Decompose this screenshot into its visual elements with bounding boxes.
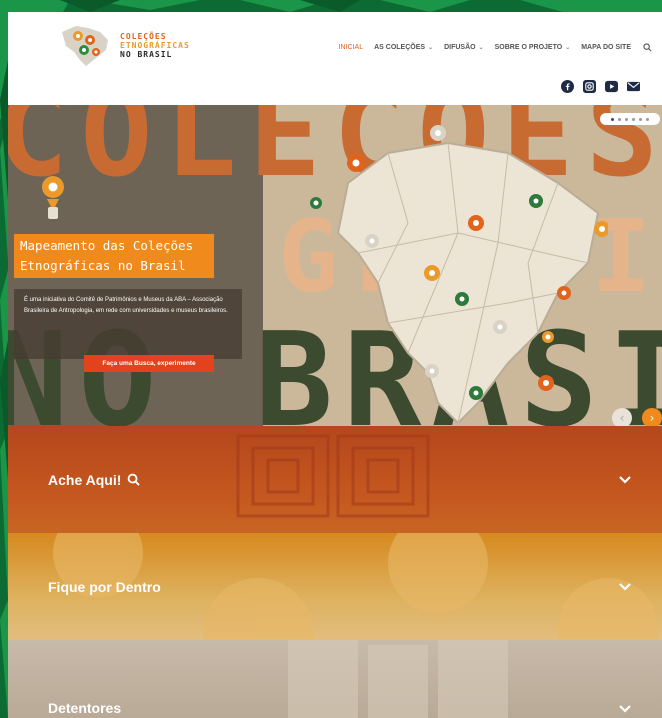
nav-item-inicial[interactable]: INICIAL xyxy=(339,44,364,51)
slider-dot[interactable] xyxy=(618,117,621,121)
site-header: COLEÇÕES ETNOGRÁFICAS NO BRASIL INICIAL … xyxy=(8,12,662,105)
nav-item-difusao[interactable]: DIFUSÃO ⌄ xyxy=(444,44,484,51)
accordion-title: Ache Aqui! xyxy=(48,471,122,488)
slider-dot[interactable] xyxy=(611,117,614,121)
accordion-label: Detentores xyxy=(48,700,121,716)
accordion-detentores[interactable]: Detentores xyxy=(8,640,662,718)
nav-item-sobre-o-projeto[interactable]: SOBRE O PROJETO ⌄ xyxy=(495,44,571,51)
chevron-down-icon: ⌄ xyxy=(478,45,484,51)
hero-search-button[interactable]: Faça uma Busca, experimente xyxy=(84,355,214,372)
chevron-down-icon: ⌄ xyxy=(565,45,571,51)
nav-item-label: MAPA DO SITE xyxy=(581,44,631,51)
accordion-fique-por-dentro[interactable]: Fique por Dentro xyxy=(8,533,662,640)
nav-item-label: SOBRE O PROJETO xyxy=(494,44,563,51)
accordion-label: Fique por Dentro xyxy=(48,579,161,595)
logo-line-1: COLEÇÕES xyxy=(120,31,167,41)
hero-slider: COLEÇÕES GRÁFICAS NO BRASIL xyxy=(8,105,662,426)
hero-description: É uma iniciativa do Comitê de Patrimônio… xyxy=(14,289,242,359)
main-nav: INICIAL AS COLEÇÕES ⌄ DIFUSÃO ⌄ SOBRE O … xyxy=(328,43,652,52)
chevron-down-icon xyxy=(619,705,631,713)
nav-item-label: INICIAL xyxy=(338,44,364,51)
hero-title-line-1: Mapeamento das Coleções xyxy=(20,238,194,253)
slider-next-button[interactable]: › xyxy=(642,408,662,426)
nav-item-as-colecoes[interactable]: AS COLEÇÕES ⌄ xyxy=(374,44,433,51)
nav-item-label: AS COLEÇÕES xyxy=(374,44,426,51)
chevron-down-icon xyxy=(619,475,631,484)
hero-title: Mapeamento das Coleções Etnográficas no … xyxy=(14,234,214,278)
facebook-icon[interactable] xyxy=(561,80,574,93)
logo-line-3: NO BRASIL xyxy=(120,49,173,59)
search-icon[interactable] xyxy=(643,43,652,52)
accordion-ache-aqui[interactable]: Ache Aqui! xyxy=(8,426,662,533)
hero-title-line-2: Etnográficas no Brasil xyxy=(20,258,186,273)
accordion-title: Fique por Dentro xyxy=(48,578,161,595)
accordion-title: Detentores xyxy=(48,700,122,716)
logo-line-2: ETNOGRÁFICAS xyxy=(120,40,190,50)
accordion-label: Ache Aqui! xyxy=(48,471,141,488)
nav-item-label: DIFUSÃO xyxy=(444,44,476,51)
slider-pagination xyxy=(600,113,660,125)
slider-prev-button[interactable]: ‹ xyxy=(612,408,632,426)
slider-dot[interactable] xyxy=(646,117,649,121)
email-icon[interactable] xyxy=(627,80,640,93)
map-pin-icon xyxy=(42,176,64,219)
social-links xyxy=(552,80,640,93)
site-page: COLEÇÕES ETNOGRÁFICAS NO BRASIL INICIAL … xyxy=(8,12,662,718)
instagram-icon[interactable] xyxy=(583,80,596,93)
slider-dot[interactable] xyxy=(639,117,642,121)
search-icon xyxy=(128,473,141,486)
chevron-down-icon: ⌄ xyxy=(428,45,434,51)
chevron-down-icon xyxy=(619,582,631,591)
site-logo[interactable]: COLEÇÕES ETNOGRÁFICAS NO BRASIL xyxy=(56,22,190,68)
slider-dot[interactable] xyxy=(632,117,635,121)
slider-dot[interactable] xyxy=(625,117,628,121)
youtube-icon[interactable] xyxy=(605,80,618,93)
brazil-map-logo-icon xyxy=(62,26,108,66)
brazil-map-illustration xyxy=(310,125,608,423)
nav-item-mapa-do-site[interactable]: MAPA DO SITE xyxy=(581,44,631,51)
